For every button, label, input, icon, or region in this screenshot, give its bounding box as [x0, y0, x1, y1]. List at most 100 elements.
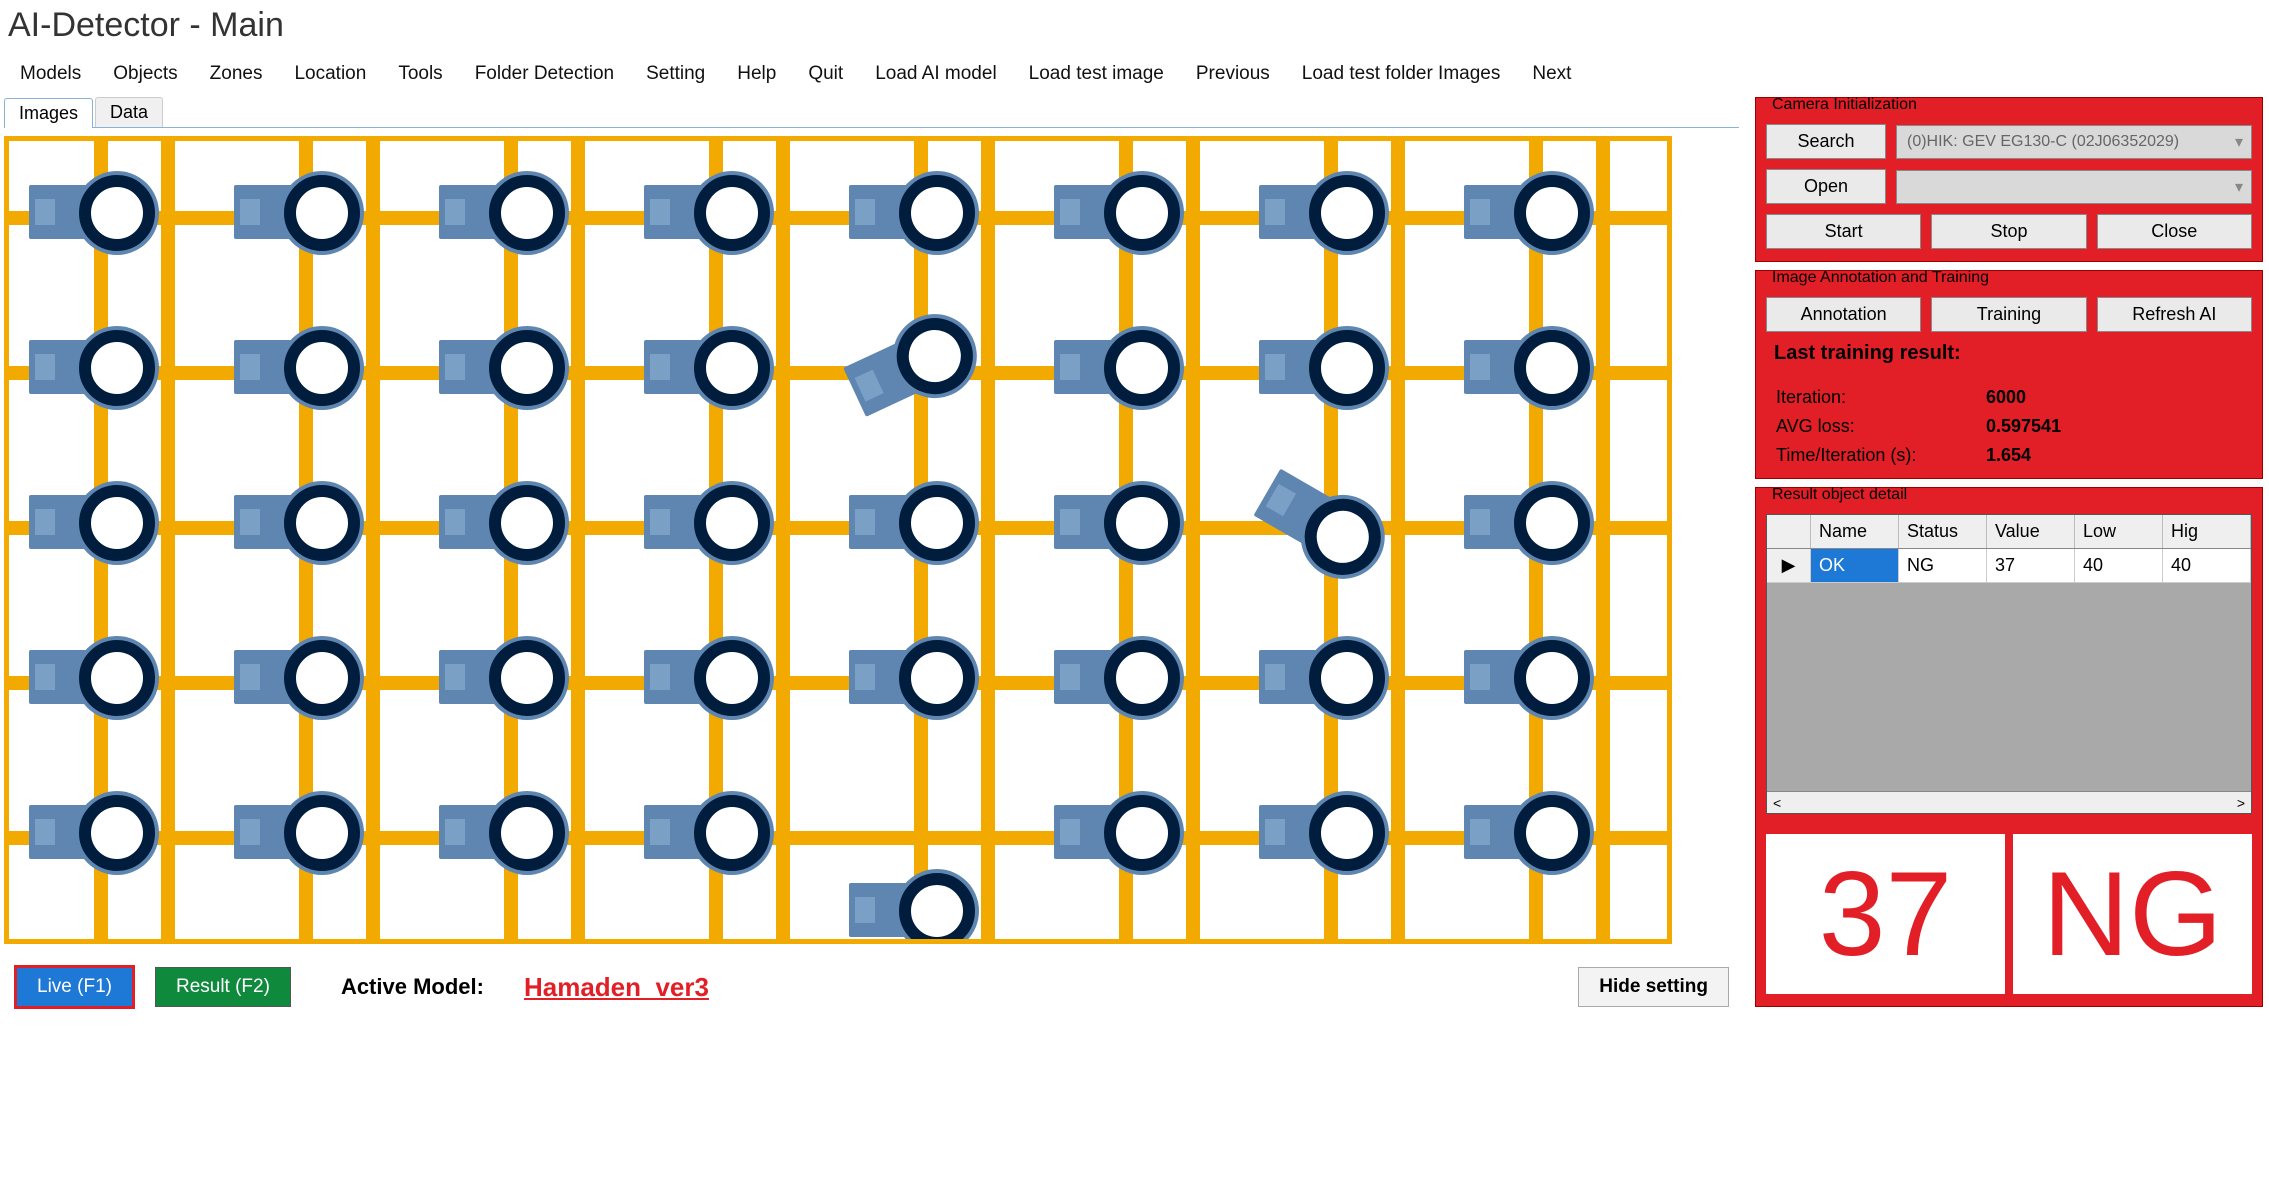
training-panel: Image Annotation and Training Annotation… — [1755, 270, 2263, 479]
header-cell: Status — [1899, 515, 1987, 548]
detected-component — [234, 177, 354, 247]
result-table-header: NameStatusValueLowHig — [1767, 515, 2251, 549]
tab-bar: Images Data — [4, 97, 1739, 128]
camera-close-button[interactable]: Close — [2097, 214, 2252, 249]
iteration-value: 6000 — [1986, 387, 2252, 408]
scroll-left-icon[interactable]: < — [1773, 795, 1781, 811]
row-high-cell: 40 — [2163, 549, 2251, 582]
detected-component — [1259, 177, 1379, 247]
detected-component — [1054, 487, 1174, 557]
result-scrollbar[interactable]: < > — [1767, 791, 2251, 813]
detected-component — [849, 875, 969, 944]
menu-item-zones[interactable]: Zones — [194, 57, 279, 91]
row-low-cell: 40 — [2075, 549, 2163, 582]
detected-component — [439, 642, 559, 712]
camera-search-button[interactable]: Search — [1766, 124, 1886, 159]
camera-panel-title: Camera Initialization — [1768, 96, 1921, 114]
detected-component — [1464, 332, 1584, 402]
row-name-cell: OK — [1811, 549, 1899, 582]
menu-item-tools[interactable]: Tools — [382, 57, 458, 91]
row-value-cell: 37 — [1987, 549, 2075, 582]
row-pointer-icon: ▶ — [1767, 549, 1811, 582]
detected-component — [644, 797, 764, 867]
detected-component — [1250, 462, 1389, 583]
training-button[interactable]: Training — [1931, 297, 2086, 332]
detected-component — [644, 177, 764, 247]
menu-item-help[interactable]: Help — [721, 57, 792, 91]
detected-component — [234, 332, 354, 402]
header-cell: Value — [1987, 515, 2075, 548]
detected-component — [234, 642, 354, 712]
detected-component — [1054, 797, 1174, 867]
menu-item-load-test-image[interactable]: Load test image — [1013, 57, 1180, 91]
result-table-row[interactable]: ▶ OK NG 37 40 40 — [1767, 549, 2251, 583]
menu-item-objects[interactable]: Objects — [97, 57, 193, 91]
tab-data[interactable]: Data — [95, 97, 163, 127]
row-status-cell: NG — [1899, 549, 1987, 582]
grid-vline — [981, 141, 995, 939]
menu-item-location[interactable]: Location — [278, 57, 382, 91]
result-table: NameStatusValueLowHig ▶ OK NG 37 40 40 <… — [1766, 514, 2252, 814]
detected-component — [840, 310, 978, 424]
menu-bar: ModelsObjectsZonesLocationToolsFolder De… — [0, 55, 2269, 97]
detected-component — [1464, 487, 1584, 557]
grid-vline — [776, 141, 790, 939]
detected-component — [1464, 797, 1584, 867]
menu-item-setting[interactable]: Setting — [630, 57, 721, 91]
detected-component — [849, 642, 969, 712]
detected-component — [1464, 642, 1584, 712]
big-count-value: 37 — [1766, 834, 2005, 994]
camera-device-combo[interactable]: (0)HIK: GEV EG130-C (02J06352029) — [1896, 125, 2252, 159]
result-button[interactable]: Result (F2) — [155, 967, 291, 1007]
menu-item-models[interactable]: Models — [4, 57, 97, 91]
detected-component — [439, 177, 559, 247]
detected-component — [1259, 332, 1379, 402]
camera-stop-button[interactable]: Stop — [1931, 214, 2086, 249]
menu-item-folder-detection[interactable]: Folder Detection — [459, 57, 630, 91]
detected-component — [29, 642, 149, 712]
menu-item-previous[interactable]: Previous — [1180, 57, 1286, 91]
detected-component — [644, 642, 764, 712]
detected-component — [1464, 177, 1584, 247]
header-cell: Low — [2075, 515, 2163, 548]
live-button[interactable]: Live (F1) — [14, 965, 135, 1009]
detected-component — [439, 797, 559, 867]
tab-images[interactable]: Images — [4, 98, 93, 128]
menu-item-next[interactable]: Next — [1516, 57, 1587, 91]
menu-item-load-ai-model[interactable]: Load AI model — [859, 57, 1012, 91]
hide-setting-button[interactable]: Hide setting — [1578, 967, 1729, 1007]
training-result-title: Last training result: — [1766, 342, 2252, 365]
detected-component — [1259, 642, 1379, 712]
header-cell — [1767, 515, 1811, 548]
detected-component — [29, 487, 149, 557]
big-status-value: NG — [2013, 834, 2252, 994]
detected-component — [439, 487, 559, 557]
grid-vline — [1391, 141, 1405, 939]
grid-vline — [1596, 141, 1610, 939]
detected-component — [29, 177, 149, 247]
training-panel-title: Image Annotation and Training — [1768, 269, 1993, 287]
detected-component — [1259, 797, 1379, 867]
detected-component — [1054, 177, 1174, 247]
grid-vline — [571, 141, 585, 939]
result-panel-title: Result object detail — [1768, 486, 1911, 504]
detected-component — [644, 332, 764, 402]
annotation-button[interactable]: Annotation — [1766, 297, 1921, 332]
camera-open-button[interactable]: Open — [1766, 169, 1886, 204]
camera-start-button[interactable]: Start — [1766, 214, 1921, 249]
active-model-label: Active Model: — [341, 974, 484, 1000]
refresh-ai-button[interactable]: Refresh AI — [2097, 297, 2252, 332]
menu-item-load-test-folder-images[interactable]: Load test folder Images — [1286, 57, 1517, 91]
result-detail-panel: Result object detail NameStatusValueLowH… — [1755, 487, 2263, 1007]
avgloss-value: 0.597541 — [1986, 416, 2252, 437]
camera-open-combo[interactable] — [1896, 170, 2252, 204]
scroll-right-icon[interactable]: > — [2237, 795, 2245, 811]
detected-component — [234, 797, 354, 867]
menu-item-quit[interactable]: Quit — [792, 57, 859, 91]
detected-component — [1054, 642, 1174, 712]
footer-bar: Live (F1) Result (F2) Active Model: Hama… — [4, 953, 1739, 1013]
header-cell: Name — [1811, 515, 1899, 548]
detected-component — [29, 797, 149, 867]
detected-component — [644, 487, 764, 557]
detected-component — [234, 487, 354, 557]
